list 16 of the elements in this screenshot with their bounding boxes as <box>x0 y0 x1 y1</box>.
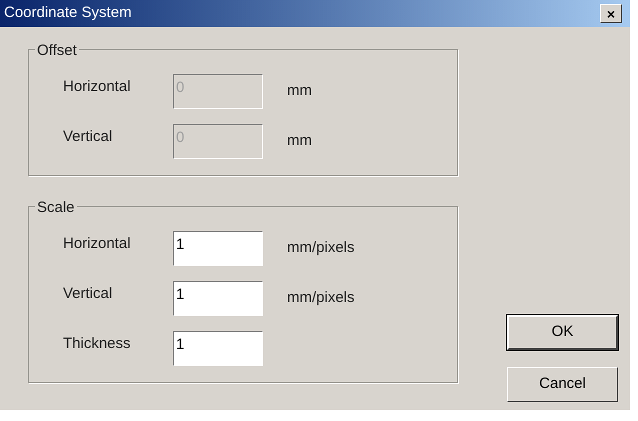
dialog-button[interactable]: Cancel <box>507 367 618 402</box>
close-button[interactable]: × <box>600 4 622 23</box>
input-field[interactable]: 1 <box>173 231 263 266</box>
field-label: Horizontal <box>63 234 132 254</box>
dialog-button[interactable]: OK <box>507 315 618 350</box>
field-label: Vertical <box>63 127 114 148</box>
window-title: Coordinate System <box>4 3 132 24</box>
unit-label: mm <box>287 131 312 152</box>
input-field[interactable]: 1 <box>173 281 263 316</box>
unit-label: mm/pixels <box>287 288 355 308</box>
input-field[interactable]: 1 <box>173 331 263 366</box>
unit-label: mm/pixels <box>287 238 355 258</box>
field-label: Horizontal <box>63 77 132 98</box>
field-label: Vertical <box>63 284 114 304</box>
unit-label: mm <box>287 81 312 102</box>
field-label: Thickness <box>63 334 132 354</box>
